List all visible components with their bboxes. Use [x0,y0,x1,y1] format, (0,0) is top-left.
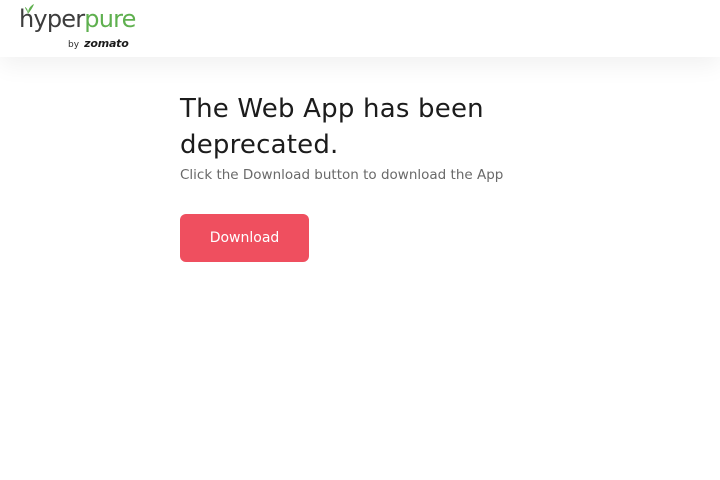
logo-hyper-text: hyper [19,5,85,33]
logo-wordmark: hyperpure [19,7,136,31]
logo-byline: by zomato [68,34,129,50]
main-content: The Web App has been deprecated. Click t… [180,91,560,262]
page-subtitle: Click the Download button to download th… [180,167,504,183]
page-title: The Web App has been deprecated. [180,94,484,160]
download-button[interactable]: Download [180,214,309,262]
logo-by-text: by [68,40,80,50]
hyperpure-logo[interactable]: hyperpure by zomato [19,3,136,50]
top-header: hyperpure by zomato [0,0,720,57]
logo-zomato-text: zomato [84,37,129,50]
logo-pure-text: pure [84,5,136,33]
